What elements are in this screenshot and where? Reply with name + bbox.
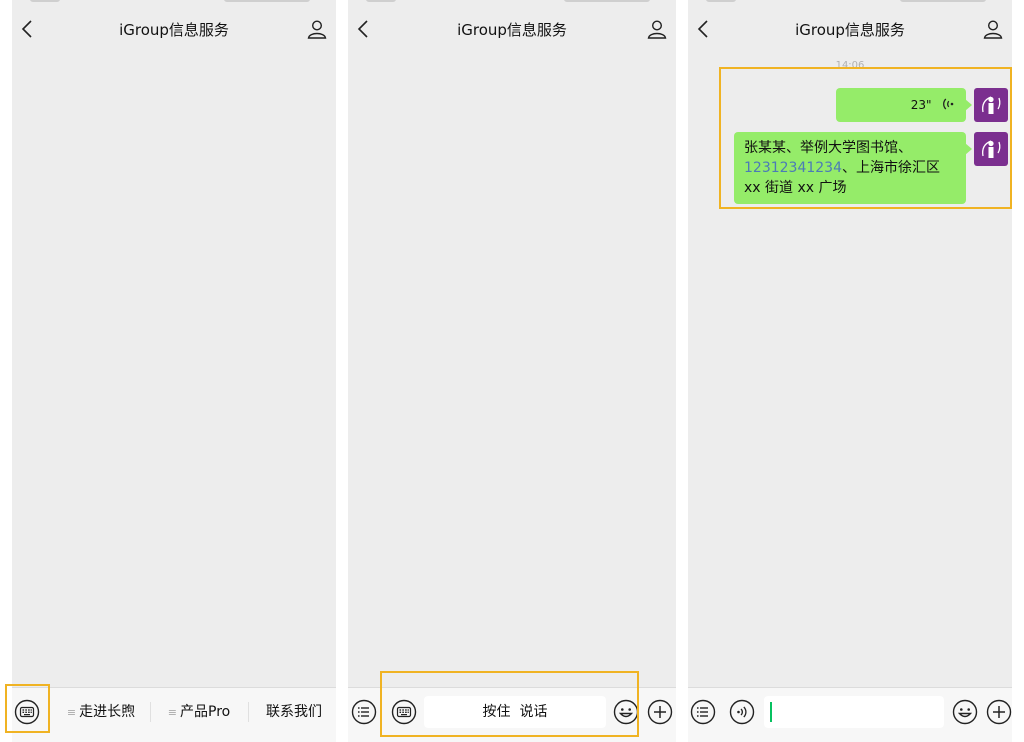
menu-item-contact[interactable]: 联系我们 xyxy=(252,688,336,736)
switch-to-keyboard-button[interactable] xyxy=(391,699,417,725)
phone-number-link[interactable]: 12312341234 xyxy=(744,160,842,176)
avatar[interactable] xyxy=(974,132,1008,166)
plus-icon xyxy=(986,699,1012,725)
profile-button[interactable] xyxy=(304,16,330,42)
user-icon xyxy=(983,20,1003,39)
emoji-icon xyxy=(952,699,978,725)
input-bar: 按住 说话 xyxy=(348,687,676,742)
chevron-left-icon xyxy=(357,20,368,38)
status-bar xyxy=(348,0,676,6)
voice-message-bubble[interactable]: 23" xyxy=(836,88,972,122)
emoji-button[interactable] xyxy=(613,699,639,725)
chat-title: iGroup信息服务 xyxy=(795,21,905,39)
chat-screen-menu-mode: iGroup信息服务 ≡ 走进长煦 ≡ 产品Pro 联系我们 xyxy=(12,0,336,742)
menu-item-products[interactable]: ≡ 产品Pro xyxy=(154,688,244,736)
keyboard-icon xyxy=(14,699,40,725)
chat-title: iGroup信息服务 xyxy=(119,21,229,39)
text-message-bubble[interactable]: 张某某、举例大学图书馆、12312341234、上海市徐汇区 xx 街道 xx … xyxy=(734,132,972,204)
back-button[interactable] xyxy=(690,16,716,42)
list-icon xyxy=(690,699,716,725)
more-actions-button[interactable] xyxy=(647,699,673,725)
voice-duration: 23" xyxy=(910,98,932,112)
chat-screen-voice-mode: iGroup信息服务 按住 说话 xyxy=(348,0,676,742)
switch-to-menu-button[interactable] xyxy=(690,699,716,725)
menu-item-about[interactable]: ≡ 走进长煦 xyxy=(56,688,146,736)
status-bar xyxy=(12,0,336,6)
text-message-row: 张某某、举例大学图书馆、12312341234、上海市徐汇区 xx 街道 xx … xyxy=(718,132,1008,204)
chevron-left-icon xyxy=(697,20,708,38)
profile-button[interactable] xyxy=(644,16,670,42)
menu-item-label: 产品Pro xyxy=(180,704,231,720)
input-bar xyxy=(688,687,1012,742)
more-actions-button[interactable] xyxy=(986,699,1012,725)
keyboard-icon xyxy=(391,699,417,725)
message-text: 张某某、举例大学图书馆、 xyxy=(744,140,912,156)
switch-to-keyboard-button[interactable] xyxy=(14,699,40,725)
hold-to-talk-button[interactable]: 按住 说话 xyxy=(424,696,606,728)
menu-divider xyxy=(150,702,151,722)
list-icon: ≡ xyxy=(167,706,177,719)
status-bar xyxy=(688,0,1012,6)
voice-wave-icon xyxy=(943,98,954,110)
message-input[interactable] xyxy=(764,696,944,728)
emoji-button[interactable] xyxy=(952,699,978,725)
nav-bar: iGroup信息服务 xyxy=(12,10,336,50)
message-timestamp: 14:06 xyxy=(835,60,865,71)
list-icon xyxy=(351,699,377,725)
nav-bar: iGroup信息服务 xyxy=(348,10,676,50)
switch-to-menu-button[interactable] xyxy=(351,699,377,725)
switch-to-voice-button[interactable] xyxy=(729,699,755,725)
user-icon xyxy=(307,20,327,39)
voice-message-row: 23" xyxy=(718,88,1008,122)
nav-bar: iGroup信息服务 xyxy=(688,10,1012,50)
list-icon: ≡ xyxy=(66,706,77,719)
plus-icon xyxy=(647,699,673,725)
emoji-icon xyxy=(613,699,639,725)
user-icon xyxy=(647,20,667,39)
chevron-left-icon xyxy=(21,20,32,38)
menu-item-label: 走进长煦 xyxy=(79,704,136,720)
back-button[interactable] xyxy=(350,16,376,42)
chat-title: iGroup信息服务 xyxy=(457,21,567,39)
text-cursor xyxy=(770,702,772,722)
avatar[interactable] xyxy=(974,88,1008,122)
chat-screen-conversation: iGroup信息服务 14:06 23" 张某某、举例大学图书馆、 1231234… xyxy=(688,0,1012,742)
info-logo-icon xyxy=(982,96,1001,114)
back-button[interactable] xyxy=(14,16,40,42)
voice-icon xyxy=(729,699,755,725)
info-logo-icon xyxy=(982,140,1001,158)
menu-item-label: 联系我们 xyxy=(266,704,322,720)
menu-bar: ≡ 走进长煦 ≡ 产品Pro 联系我们 xyxy=(12,687,336,742)
menu-divider xyxy=(248,702,249,722)
profile-button[interactable] xyxy=(980,16,1006,42)
